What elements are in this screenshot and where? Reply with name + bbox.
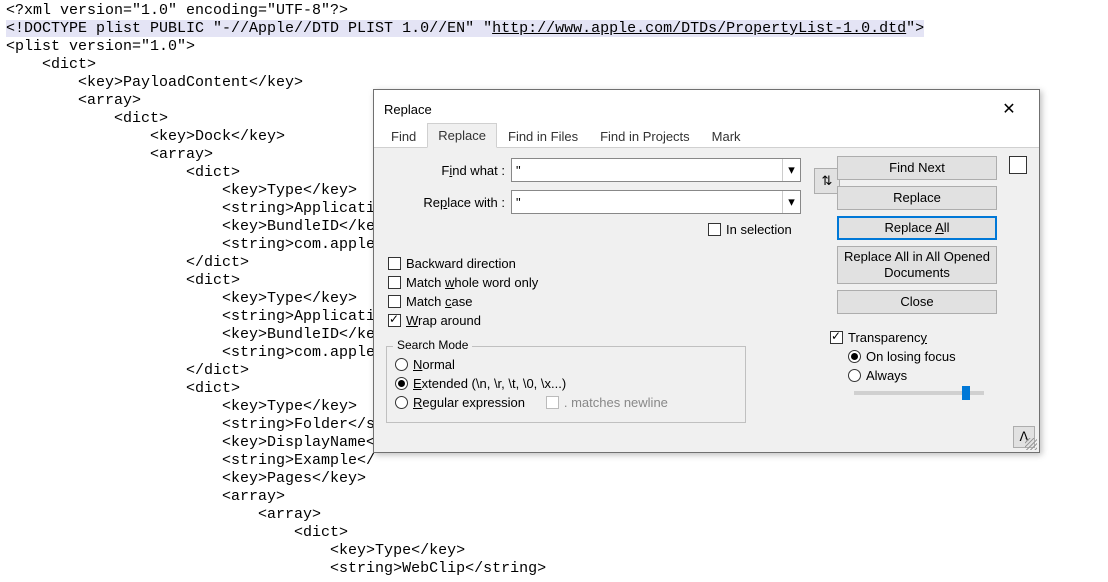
always-radio[interactable] bbox=[848, 369, 861, 382]
replace-button[interactable]: Replace bbox=[837, 186, 997, 210]
expand-button[interactable]: ᐱ bbox=[1013, 426, 1035, 448]
tab-find-in-projects[interactable]: Find in Projects bbox=[589, 124, 701, 148]
transparency-option[interactable]: Transparency bbox=[830, 330, 996, 345]
extended-option[interactable]: Extended (\n, \r, \t, \0, \x...) bbox=[395, 376, 737, 391]
extended-label: Extended (\n, \r, \t, \0, \x...) bbox=[413, 376, 566, 391]
chevron-down-icon[interactable]: ▾ bbox=[782, 191, 800, 213]
backward-option[interactable]: Backward direction bbox=[388, 256, 538, 271]
match-case-label: Match case bbox=[406, 294, 472, 309]
replace-with-input[interactable] bbox=[512, 191, 782, 213]
whole-word-label: Match whole word only bbox=[406, 275, 538, 290]
find-what-label: Find what : bbox=[386, 163, 511, 178]
regex-label: Regular expression bbox=[413, 395, 525, 410]
close-icon[interactable]: ✕ bbox=[989, 99, 1029, 119]
normal-radio[interactable] bbox=[395, 358, 408, 371]
on-losing-label: On losing focus bbox=[866, 349, 956, 364]
always-label: Always bbox=[866, 368, 907, 383]
close-button[interactable]: Close bbox=[837, 290, 997, 314]
transparency-label: Transparency bbox=[848, 330, 927, 345]
tab-replace[interactable]: Replace bbox=[427, 123, 497, 148]
transparency-slider[interactable] bbox=[854, 391, 984, 395]
regex-option[interactable]: Regular expression . matches newline bbox=[395, 395, 737, 410]
search-mode-group: Search Mode Normal Extended (\n, \r, \t,… bbox=[386, 346, 746, 423]
match-case-option[interactable]: Match case bbox=[388, 294, 538, 309]
in-selection-checkbox[interactable] bbox=[708, 223, 721, 236]
backward-checkbox[interactable] bbox=[388, 257, 401, 270]
slider-thumb[interactable] bbox=[962, 386, 970, 400]
tab-find[interactable]: Find bbox=[380, 124, 427, 148]
code-line[interactable]: <key>Pages</key> bbox=[6, 470, 1102, 488]
wrap-checkbox[interactable] bbox=[388, 314, 401, 327]
code-line[interactable]: <array> bbox=[6, 506, 1102, 524]
on-losing-radio[interactable] bbox=[848, 350, 861, 363]
match-case-checkbox[interactable] bbox=[388, 295, 401, 308]
normal-label: Normal bbox=[413, 357, 455, 372]
wrap-label: Wrap around bbox=[406, 313, 481, 328]
whole-word-checkbox[interactable] bbox=[388, 276, 401, 289]
replace-with-label: Replace with : bbox=[386, 195, 511, 210]
always-option[interactable]: Always bbox=[848, 368, 996, 383]
backward-label: Backward direction bbox=[406, 256, 516, 271]
tab-mark[interactable]: Mark bbox=[701, 124, 752, 148]
whole-word-option[interactable]: Match whole word only bbox=[388, 275, 538, 290]
code-line[interactable]: <dict> bbox=[6, 524, 1102, 542]
toggle-box[interactable] bbox=[1009, 156, 1027, 174]
matches-newline-checkbox bbox=[546, 396, 559, 409]
dialog-titlebar: Replace ✕ bbox=[374, 90, 1039, 122]
extended-radio[interactable] bbox=[395, 377, 408, 390]
code-line[interactable]: <plist version="1.0"> bbox=[6, 38, 1102, 56]
replace-dialog: Replace ✕ Find Replace Find in Files Fin… bbox=[373, 89, 1040, 453]
find-next-button[interactable]: Find Next bbox=[837, 156, 997, 180]
replace-all-button[interactable]: Replace All bbox=[837, 216, 997, 240]
code-line[interactable]: <string>WebClip</string> bbox=[6, 560, 1102, 578]
tab-find-in-files[interactable]: Find in Files bbox=[497, 124, 589, 148]
dialog-tabs: Find Replace Find in Files Find in Proje… bbox=[374, 122, 1039, 148]
find-what-combo[interactable]: ▾ bbox=[511, 158, 801, 182]
code-line[interactable]: <?xml version="1.0" encoding="UTF-8"?> bbox=[6, 2, 1102, 20]
on-losing-option[interactable]: On losing focus bbox=[848, 349, 996, 364]
transparency-checkbox[interactable] bbox=[830, 331, 843, 344]
transparency-group: Transparency On losing focus Always bbox=[830, 330, 996, 395]
chevron-down-icon[interactable]: ▾ bbox=[782, 159, 800, 181]
in-selection-label: In selection bbox=[726, 222, 792, 237]
replace-all-opened-button[interactable]: Replace All in All Opened Documents bbox=[837, 246, 997, 284]
find-what-input[interactable] bbox=[512, 159, 782, 181]
replace-with-combo[interactable]: ▾ bbox=[511, 190, 801, 214]
dialog-title: Replace bbox=[384, 102, 432, 117]
code-line[interactable]: <string>Example</ bbox=[6, 452, 1102, 470]
code-line[interactable]: <dict> bbox=[6, 56, 1102, 74]
wrap-option[interactable]: Wrap around bbox=[388, 313, 538, 328]
search-mode-legend: Search Mode bbox=[393, 338, 472, 352]
code-line[interactable]: <!DOCTYPE plist PUBLIC "-//Apple//DTD PL… bbox=[6, 20, 1102, 38]
normal-option[interactable]: Normal bbox=[395, 357, 737, 372]
regex-radio[interactable] bbox=[395, 396, 408, 409]
code-line[interactable]: <array> bbox=[6, 488, 1102, 506]
in-selection-option[interactable]: In selection bbox=[708, 222, 792, 237]
code-line[interactable]: <key>Type</key> bbox=[6, 542, 1102, 560]
matches-newline-label: . matches newline bbox=[564, 395, 668, 410]
